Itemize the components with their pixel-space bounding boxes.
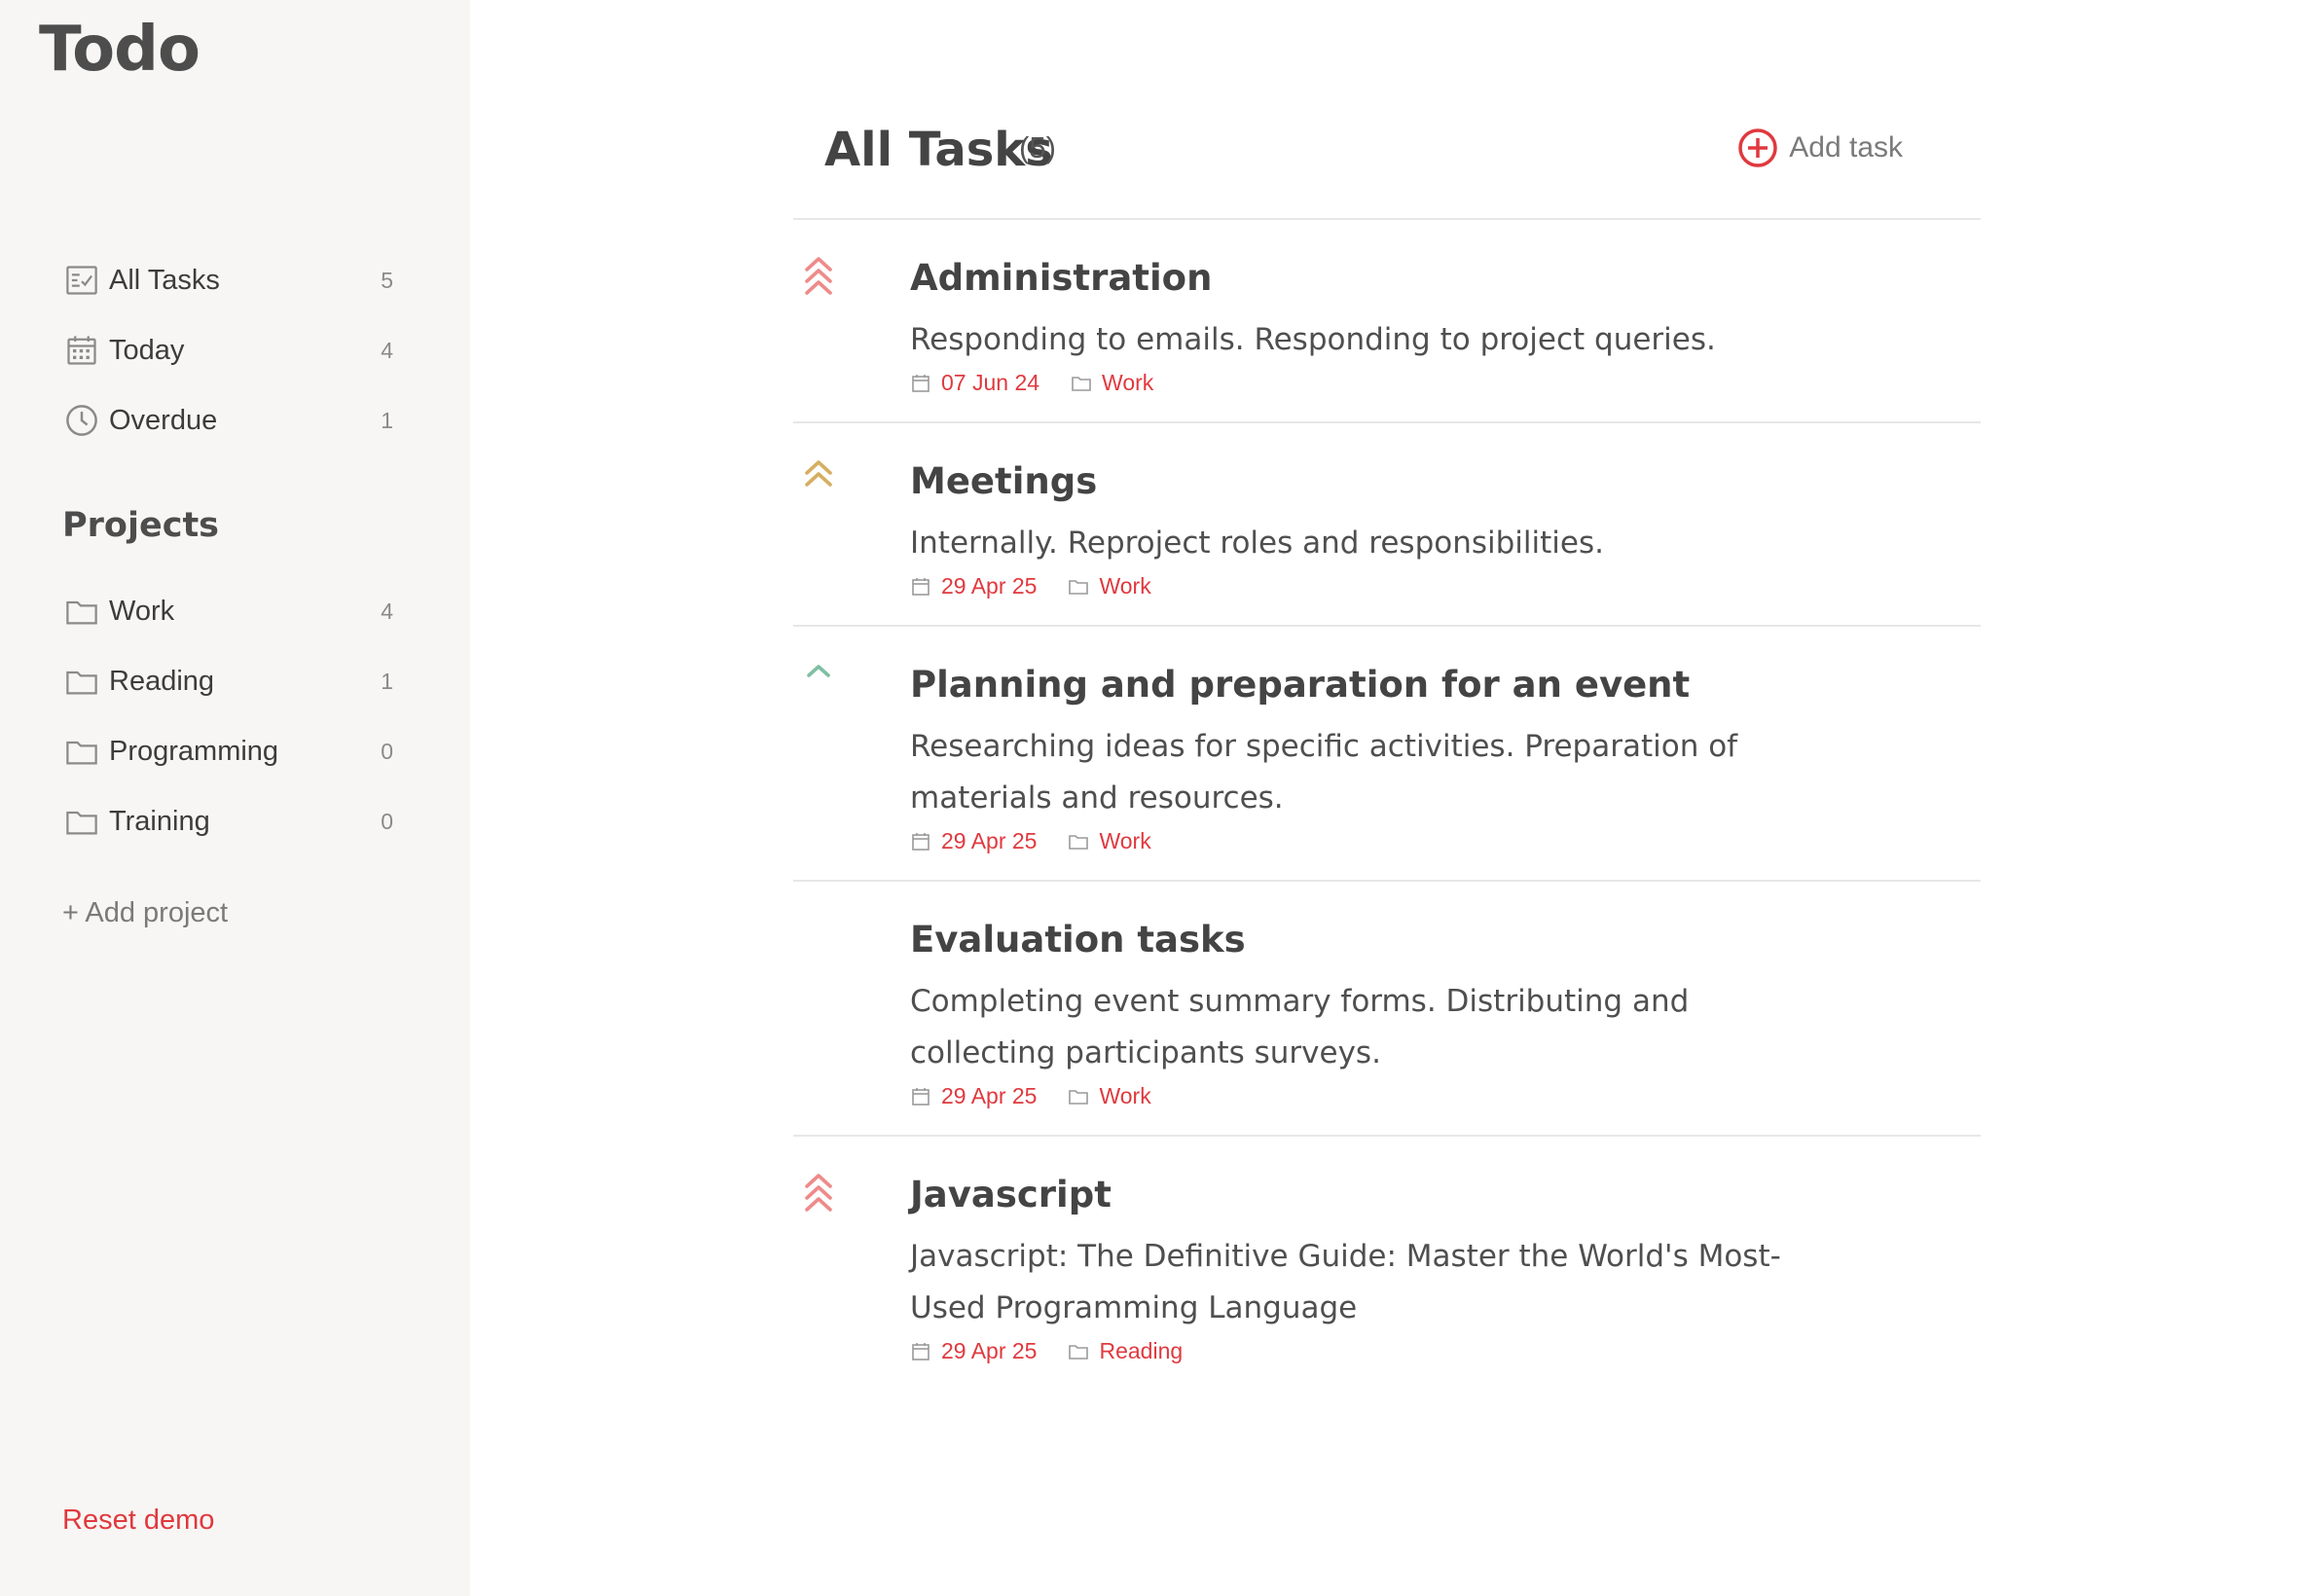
app-title: Todo (39, 14, 201, 86)
calendar-icon (912, 832, 930, 851)
task-meta: 29 Apr 25 Work (910, 1083, 1981, 1109)
sidebar-item-today[interactable]: Today 4 (62, 315, 393, 385)
task-project[interactable]: Work (1071, 370, 1153, 396)
task-item[interactable]: Javascript Javascript: The Definitive Gu… (793, 1137, 1981, 1390)
task-due-date[interactable]: 29 Apr 25 (910, 573, 1037, 599)
task-due-date[interactable]: 07 Jun 24 (910, 370, 1039, 396)
add-project-button[interactable]: + Add project (62, 897, 228, 929)
sidebar-item-count: 1 (381, 668, 393, 694)
task-due-date[interactable]: 29 Apr 25 (910, 1338, 1037, 1364)
priority-low-icon (807, 665, 830, 677)
folder-icon (62, 592, 101, 631)
task-due-date[interactable]: 29 Apr 25 (910, 828, 1037, 854)
sidebar-item-label: Today (109, 334, 185, 366)
task-item[interactable]: Administration Responding to emails. Res… (793, 220, 1981, 423)
task-meta: 29 Apr 25 Work (910, 573, 1981, 599)
calendar-icon (912, 374, 930, 392)
priority-medium-icon (805, 460, 832, 487)
todo-app: Todo All Tasks 5 Today 4 Overdue 1 Proje… (0, 0, 2297, 1596)
sidebar: Todo All Tasks 5 Today 4 Overdue 1 Proje… (0, 0, 470, 1596)
task-project-label: Work (1099, 828, 1151, 853)
task-list-icon (62, 261, 101, 300)
folder-icon (62, 802, 101, 841)
sidebar-item-label: All Tasks (109, 264, 220, 296)
task-date-label: 29 Apr 25 (941, 573, 1038, 598)
folder-icon (1069, 834, 1089, 850)
priority-high-icon (805, 1174, 832, 1212)
task-title: Javascript (910, 1174, 1112, 1215)
sidebar-item-count: 1 (381, 407, 393, 433)
sidebar-item-count: 4 (381, 598, 393, 624)
sidebar-item-reading[interactable]: Reading 1 (62, 646, 393, 716)
sidebar-item-count: 5 (381, 267, 393, 293)
task-project-label: Work (1102, 370, 1154, 395)
folder-icon (62, 662, 101, 701)
task-date-label: 29 Apr 25 (941, 828, 1038, 853)
task-description: Internally. Reproject roles and responsi… (910, 526, 1604, 561)
task-project-label: Reading (1099, 1338, 1184, 1363)
sidebar-item-training[interactable]: Training 0 (62, 786, 393, 856)
folder-icon (1069, 579, 1089, 595)
sidebar-item-label: Programming (109, 735, 279, 767)
task-project[interactable]: Work (1068, 573, 1151, 599)
task-date-label: 07 Jun 24 (941, 370, 1040, 395)
task-date-label: 29 Apr 25 (941, 1338, 1038, 1363)
folder-icon (1072, 376, 1091, 391)
task-due-date[interactable]: 29 Apr 25 (910, 1083, 1037, 1109)
task-project[interactable]: Work (1068, 828, 1151, 854)
sidebar-item-count: 4 (381, 337, 393, 363)
task-description: Researching ideas for specific activitie… (910, 729, 1738, 816)
projects-list: Work 4 Reading 1 Programming 0 Training … (62, 576, 393, 856)
task-list: Administration Responding to emails. Res… (793, 220, 1981, 1390)
page-header: All Tasks (5) Add task (793, 117, 1981, 220)
task-count: (5) (1019, 130, 1056, 164)
task-project[interactable]: Reading (1068, 1338, 1183, 1364)
task-title: Meetings (910, 460, 1098, 502)
folder-icon (1069, 1089, 1089, 1105)
task-item[interactable]: Meetings Internally. Reproject roles and… (793, 423, 1981, 627)
folder-icon (1069, 1344, 1089, 1360)
task-meta: 07 Jun 24 Work (910, 370, 1981, 396)
sidebar-item-label: Reading (109, 665, 215, 697)
task-description: Responding to emails. Responding to proj… (910, 322, 1716, 357)
task-title: Evaluation tasks (910, 919, 1246, 961)
sidebar-item-count: 0 (381, 738, 393, 764)
sidebar-item-count: 0 (381, 808, 393, 834)
calendar-icon (62, 331, 101, 370)
task-title: Planning and preparation for an event (910, 664, 1691, 706)
add-task-label: Add task (1789, 131, 1903, 163)
task-item[interactable]: Evaluation tasks Completing event summar… (793, 882, 1981, 1137)
task-project-label: Work (1099, 1083, 1151, 1108)
reset-demo-link[interactable]: Reset demo (62, 1505, 214, 1537)
clock-icon (62, 401, 101, 440)
task-title: Administration (910, 257, 1213, 299)
task-date-label: 29 Apr 25 (941, 1083, 1038, 1108)
sidebar-item-label: Training (109, 805, 210, 837)
calendar-icon (912, 1087, 930, 1106)
sidebar-item-all-tasks[interactable]: All Tasks 5 (62, 245, 393, 315)
task-description: Completing event summary forms. Distribu… (910, 984, 1690, 1070)
task-project[interactable]: Work (1068, 1083, 1151, 1109)
task-item[interactable]: Planning and preparation for an event Re… (793, 627, 1981, 882)
sidebar-item-label: Work (109, 595, 175, 627)
sidebar-item-label: Overdue (109, 404, 218, 436)
plus-circle-icon (1738, 128, 1778, 167)
task-description: Javascript: The Definitive Guide: Master… (910, 1239, 1781, 1325)
sidebar-item-programming[interactable]: Programming 0 (62, 716, 393, 786)
sidebar-item-overdue[interactable]: Overdue 1 (62, 385, 393, 455)
calendar-icon (912, 1342, 930, 1360)
task-meta: 29 Apr 25 Work (910, 828, 1981, 854)
sidebar-item-work[interactable]: Work 4 (62, 576, 393, 646)
projects-heading: Projects (62, 506, 220, 545)
add-task-button[interactable]: Add task (1736, 127, 1903, 169)
task-project-label: Work (1099, 573, 1151, 598)
calendar-icon (912, 577, 930, 596)
sidebar-nav: All Tasks 5 Today 4 Overdue 1 (62, 245, 393, 455)
folder-icon (62, 732, 101, 771)
priority-high-icon (805, 257, 832, 295)
task-meta: 29 Apr 25 Reading (910, 1338, 1981, 1364)
